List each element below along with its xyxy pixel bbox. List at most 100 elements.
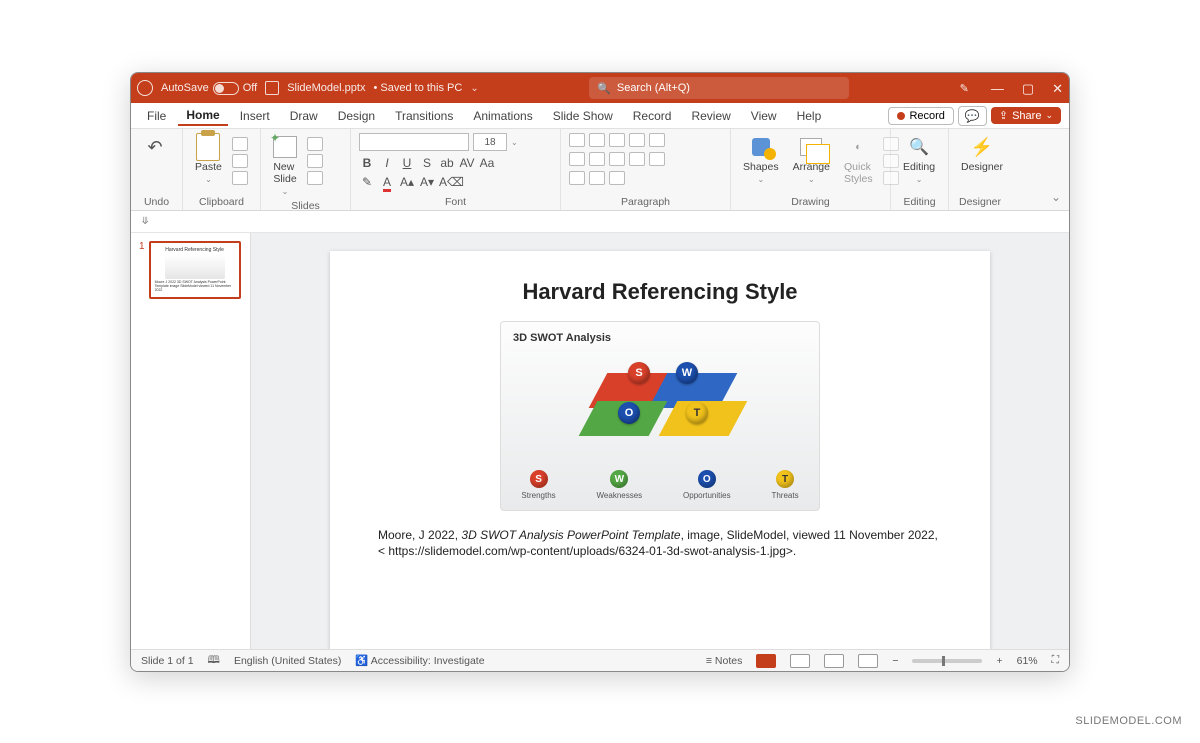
copy-icon[interactable] [232, 154, 248, 168]
share-icon: ⇪ [999, 109, 1008, 122]
decrease-font-button[interactable]: A▾ [419, 175, 435, 189]
char-spacing-button[interactable]: AV [459, 156, 475, 170]
line-spacing-button[interactable] [649, 133, 665, 147]
tab-draw[interactable]: Draw [282, 107, 326, 125]
ribbon: Undo Paste⌄ Clipboard New Slide⌄ [131, 129, 1069, 211]
change-case-button[interactable]: Aa [479, 156, 495, 170]
align-right-button[interactable] [609, 152, 625, 166]
qat-overflow-icon[interactable]: ⤋ [141, 216, 149, 227]
slide-thumbnail-1[interactable]: Harvard Referencing Style Moore J 2022 3… [149, 241, 241, 299]
highlight-button[interactable]: ✎ [359, 175, 375, 189]
align-left-button[interactable] [569, 152, 585, 166]
tab-design[interactable]: Design [330, 107, 383, 125]
language-status[interactable]: English (United States) [234, 655, 341, 667]
pen-icon[interactable]: ✎ [960, 82, 969, 95]
save-icon[interactable] [265, 81, 279, 95]
tab-help[interactable]: Help [789, 107, 830, 125]
numbering-button[interactable] [589, 133, 605, 147]
shape-fill-icon[interactable] [883, 137, 899, 151]
legend-s-icon: S [530, 470, 548, 488]
comments-button[interactable]: 💬 [958, 106, 987, 126]
font-size-select[interactable]: 18 [473, 133, 507, 151]
zoom-in-button[interactable]: + [996, 655, 1002, 667]
align-center-button[interactable] [589, 152, 605, 166]
search-box[interactable]: 🔍 Search (Alt+Q) [589, 77, 849, 99]
tab-view[interactable]: View [743, 107, 785, 125]
shadow-button[interactable]: ab [439, 156, 455, 170]
italic-button[interactable]: I [379, 156, 395, 170]
new-slide-button[interactable]: New Slide⌄ [269, 133, 301, 198]
share-button[interactable]: ⇪Share⌄ [991, 107, 1061, 124]
justify-button[interactable] [629, 152, 645, 166]
quick-styles-button[interactable]: ◐Quick Styles [840, 133, 877, 187]
reset-icon[interactable] [307, 154, 323, 168]
editing-button[interactable]: Editing⌄ [899, 133, 939, 186]
fit-to-window-button[interactable]: ⛶ [1052, 654, 1059, 667]
bold-button[interactable]: B [359, 156, 375, 170]
indent-right-button[interactable] [629, 133, 645, 147]
zoom-level[interactable]: 61% [1017, 655, 1038, 667]
autosave-toggle[interactable]: AutoSave Off [161, 82, 257, 95]
tab-animations[interactable]: Animations [465, 107, 540, 125]
text-direction-button[interactable] [569, 171, 585, 185]
underline-button[interactable]: U [399, 156, 415, 170]
slide-canvas[interactable]: Harvard Referencing Style 3D SWOT Analys… [330, 251, 990, 649]
clear-format-button[interactable]: A⌫ [439, 175, 455, 189]
slide-edit-area[interactable]: Harvard Referencing Style 3D SWOT Analys… [251, 233, 1069, 649]
view-reading-button[interactable] [824, 654, 844, 668]
accessibility-status[interactable]: ♿ Accessibility: Investigate [355, 654, 484, 667]
close-button[interactable]: ✕ [1052, 82, 1063, 95]
shapes-button[interactable]: Shapes⌄ [739, 133, 783, 186]
group-clipboard-label: Clipboard [191, 194, 252, 208]
record-button[interactable]: Record [888, 107, 953, 125]
align-text-button[interactable] [589, 171, 605, 185]
notes-button[interactable]: ≡ Notes [706, 655, 742, 667]
tab-file[interactable]: File [139, 107, 174, 125]
group-slides-label: Slides [269, 198, 342, 212]
minimize-button[interactable]: — [991, 82, 1004, 95]
undo-button[interactable] [139, 133, 171, 161]
columns-button[interactable] [649, 152, 665, 166]
section-icon[interactable] [307, 171, 323, 185]
thumbnail-pane[interactable]: 1 Harvard Referencing Style Moore J 2022… [131, 233, 251, 649]
format-painter-icon[interactable] [232, 171, 248, 185]
tab-transitions[interactable]: Transitions [387, 107, 461, 125]
arrange-button[interactable]: Arrange⌄ [789, 133, 834, 186]
legend-o-icon: O [698, 470, 716, 488]
increase-font-button[interactable]: A▴ [399, 175, 415, 189]
view-normal-button[interactable] [756, 654, 776, 668]
zoom-out-button[interactable]: − [892, 655, 898, 667]
title-bar: AutoSave Off SlideModel.pptx • Saved to … [131, 73, 1069, 103]
view-slideshow-button[interactable] [858, 654, 878, 668]
maximize-button[interactable]: ▢ [1022, 82, 1034, 95]
record-dot-icon [897, 112, 905, 120]
tab-home[interactable]: Home [178, 106, 227, 126]
tab-slideshow[interactable]: Slide Show [545, 107, 621, 125]
swot-figure[interactable]: 3D SWOT Analysis S W O T SStrengths WWea… [500, 321, 820, 511]
indent-left-button[interactable] [609, 133, 625, 147]
font-family-select[interactable] [359, 133, 469, 151]
paste-button[interactable]: Paste⌄ [191, 133, 226, 186]
bullets-button[interactable] [569, 133, 585, 147]
tab-record[interactable]: Record [625, 107, 680, 125]
zoom-slider[interactable] [912, 659, 982, 663]
layout-icon[interactable] [307, 137, 323, 151]
chevron-down-icon: ⌄ [1045, 110, 1053, 121]
file-dropdown-icon[interactable]: ⌄ [470, 83, 478, 94]
cut-icon[interactable] [232, 137, 248, 151]
smartart-button[interactable] [609, 171, 625, 185]
tab-review[interactable]: Review [683, 107, 738, 125]
shape-outline-icon[interactable] [883, 154, 899, 168]
file-name[interactable]: SlideModel.pptx [287, 82, 365, 94]
designer-button[interactable]: Designer [957, 133, 1007, 175]
tab-insert[interactable]: Insert [232, 107, 278, 125]
collapse-ribbon-icon[interactable]: ⌄ [1051, 190, 1061, 204]
spell-check-icon[interactable]: 🕮 [208, 652, 220, 670]
view-sorter-button[interactable] [790, 654, 810, 668]
citation-text[interactable]: Moore, J 2022, 3D SWOT Analysis PowerPoi… [374, 527, 946, 559]
shape-effects-icon[interactable] [883, 171, 899, 185]
slide-title[interactable]: Harvard Referencing Style [374, 279, 946, 305]
strikethrough-button[interactable]: S [419, 156, 435, 170]
font-color-button[interactable]: A [379, 175, 395, 189]
slide-counter[interactable]: Slide 1 of 1 [141, 655, 194, 667]
